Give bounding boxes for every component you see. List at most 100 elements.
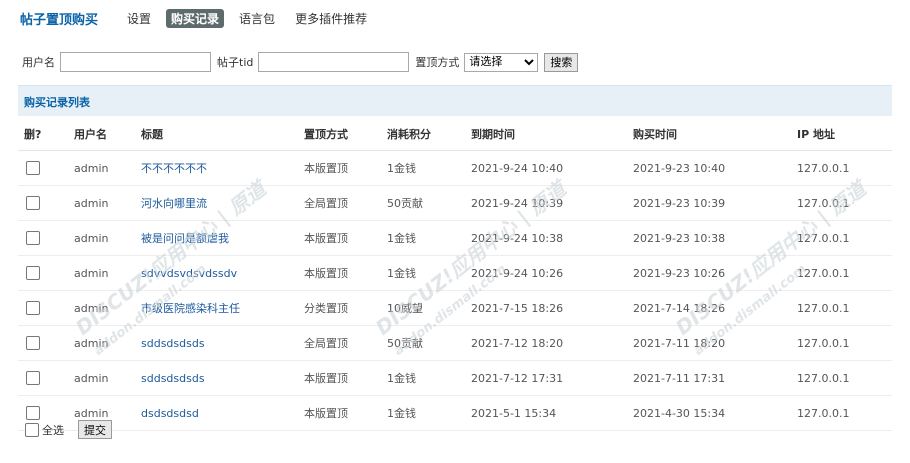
purchase-time-cell: 2021-9-23 10:26	[632, 255, 796, 291]
tab-more-plugins[interactable]: 更多插件推荐	[290, 9, 372, 28]
method-cell: 本版置顶	[303, 395, 386, 431]
purchase-time-cell: 2021-7-11 18:20	[632, 325, 796, 361]
title-link[interactable]: 不不不不不不	[141, 162, 207, 175]
expire-time-cell: 2021-7-12 17:31	[470, 360, 632, 396]
table-row: admin sddsdsdsds 全局置顶 50贡献 2021-7-12 18:20 20…	[18, 325, 892, 361]
delete-cell	[18, 185, 73, 221]
row-delete-checkbox[interactable]	[26, 301, 40, 315]
table-row: admin 不不不不不不 本版置顶 1金钱 2021-9-24 10:40 2021-9-…	[18, 150, 892, 186]
section-header: 购买记录列表	[18, 85, 892, 116]
username-cell: admin	[73, 325, 140, 361]
username-cell: admin	[73, 185, 140, 221]
expire-time-cell: 2021-9-24 10:40	[470, 150, 632, 186]
delete-cell	[18, 360, 73, 396]
table-row: admin 河水向哪里流 全局置顶 50贡献 2021-9-24 10:39 2021-9…	[18, 185, 892, 221]
row-delete-checkbox[interactable]	[26, 231, 40, 245]
cost-cell: 1金钱	[386, 220, 470, 256]
page-title: 帖子置顶购买	[20, 12, 99, 28]
ip-cell: 127.0.0.1	[796, 255, 892, 291]
row-delete-checkbox[interactable]	[26, 406, 40, 420]
table-header-row: 删? 用户名 标题 置顶方式 消耗积分 到期时间 购买时间 IP 地址	[18, 118, 892, 151]
username-label: 用户名	[22, 56, 55, 69]
tid-input[interactable]	[258, 52, 410, 72]
title-link[interactable]: 被是问问是额虐我	[141, 232, 229, 245]
search-button[interactable]: 搜索	[544, 52, 579, 72]
cost-cell: 1金钱	[386, 360, 470, 396]
delete-cell	[18, 220, 73, 256]
ip-cell: 127.0.0.1	[796, 150, 892, 186]
title-cell: sddsdsdsds	[140, 325, 303, 361]
cost-cell: 1金钱	[386, 255, 470, 291]
ip-cell: 127.0.0.1	[796, 325, 892, 361]
method-cell: 本版置顶	[303, 360, 386, 396]
purchase-time-cell: 2021-9-23 10:40	[632, 150, 796, 186]
row-delete-checkbox[interactable]	[26, 336, 40, 350]
purchase-time-cell: 2021-7-11 17:31	[632, 360, 796, 396]
header-delete: 删?	[18, 118, 73, 151]
row-delete-checkbox[interactable]	[26, 266, 40, 280]
username-cell: admin	[73, 290, 140, 326]
delete-cell	[18, 325, 73, 361]
search-bar: 用户名 帖子tid 置顶方式 请选择 搜索	[22, 52, 579, 72]
username-cell: admin	[73, 150, 140, 186]
username-cell: admin	[73, 220, 140, 256]
title-link[interactable]: sdvvdsvdsvdssdv	[141, 267, 237, 280]
tab-language-pack[interactable]: 语言包	[234, 9, 280, 28]
method-cell: 分类置顶	[303, 290, 386, 326]
title-cell: 被是问问是额虐我	[140, 220, 303, 256]
top-navigation: 帖子置顶购买 设置 购买记录 语言包 更多插件推荐	[20, 8, 382, 28]
purchase-time-cell: 2021-4-30 15:34	[632, 395, 796, 431]
delete-cell	[18, 150, 73, 186]
title-link[interactable]: 市级医院感染科主任	[141, 302, 240, 315]
purchase-time-cell: 2021-7-14 18:26	[632, 290, 796, 326]
title-link[interactable]: 河水向哪里流	[141, 197, 207, 210]
table-row: admin sddsdsdsds 本版置顶 1金钱 2021-7-12 17:31 202…	[18, 360, 892, 396]
username-input[interactable]	[60, 52, 211, 72]
row-delete-checkbox[interactable]	[26, 196, 40, 210]
cost-cell: 50贡献	[386, 185, 470, 221]
username-cell: admin	[73, 255, 140, 291]
expire-time-cell: 2021-7-12 18:20	[470, 325, 632, 361]
title-cell: 市级医院感染科主任	[140, 290, 303, 326]
method-select[interactable]: 请选择	[464, 52, 539, 72]
table-row: admin 被是问问是额虐我 本版置顶 1金钱 2021-9-24 10:38 2021-…	[18, 220, 892, 256]
method-label: 置顶方式	[415, 56, 460, 69]
title-cell: 不不不不不不	[140, 150, 303, 186]
header-method: 置顶方式	[303, 118, 386, 151]
table-row: admin dsdsdsdsd 本版置顶 1金钱 2021-5-1 15:34 2021-…	[18, 395, 892, 431]
ip-cell: 127.0.0.1	[796, 185, 892, 221]
title-cell: 河水向哪里流	[140, 185, 303, 221]
cost-cell: 50贡献	[386, 325, 470, 361]
expire-time-cell: 2021-9-24 10:38	[470, 220, 632, 256]
purchase-time-cell: 2021-9-23 10:39	[632, 185, 796, 221]
table-row: admin 市级医院感染科主任 分类置顶 10威望 2021-7-15 18:26 202…	[18, 290, 892, 326]
method-cell: 本版置顶	[303, 220, 386, 256]
header-ip: IP 地址	[796, 118, 892, 151]
method-cell: 全局置顶	[303, 185, 386, 221]
tid-label: 帖子tid	[217, 56, 254, 69]
select-all-checkbox[interactable]	[25, 422, 39, 437]
tab-settings[interactable]: 设置	[122, 9, 156, 28]
row-delete-checkbox[interactable]	[26, 371, 40, 385]
tab-purchase-records[interactable]: 购买记录	[166, 8, 225, 28]
title-link[interactable]: sddsdsdsds	[141, 337, 205, 350]
select-all-label: 全选	[42, 423, 64, 437]
title-cell: dsdsdsdsd	[140, 395, 303, 431]
purchase-records-table: 删? 用户名 标题 置顶方式 消耗积分 到期时间 购买时间 IP 地址 admi…	[18, 118, 892, 431]
cost-cell: 10威望	[386, 290, 470, 326]
expire-time-cell: 2021-7-15 18:26	[470, 290, 632, 326]
method-cell: 本版置顶	[303, 150, 386, 186]
title-link[interactable]: sddsdsdsds	[141, 372, 205, 385]
ip-cell: 127.0.0.1	[796, 360, 892, 396]
ip-cell: 127.0.0.1	[796, 395, 892, 431]
submit-button[interactable]: 提交	[78, 420, 112, 439]
header-expire-time: 到期时间	[470, 118, 632, 151]
method-cell: 全局置顶	[303, 325, 386, 361]
title-link[interactable]: dsdsdsdsd	[141, 407, 199, 420]
header-purchase-time: 购买时间	[632, 118, 796, 151]
header-username: 用户名	[73, 118, 140, 151]
cost-cell: 1金钱	[386, 150, 470, 186]
header-title: 标题	[140, 118, 303, 151]
row-delete-checkbox[interactable]	[26, 161, 40, 175]
expire-time-cell: 2021-9-24 10:39	[470, 185, 632, 221]
